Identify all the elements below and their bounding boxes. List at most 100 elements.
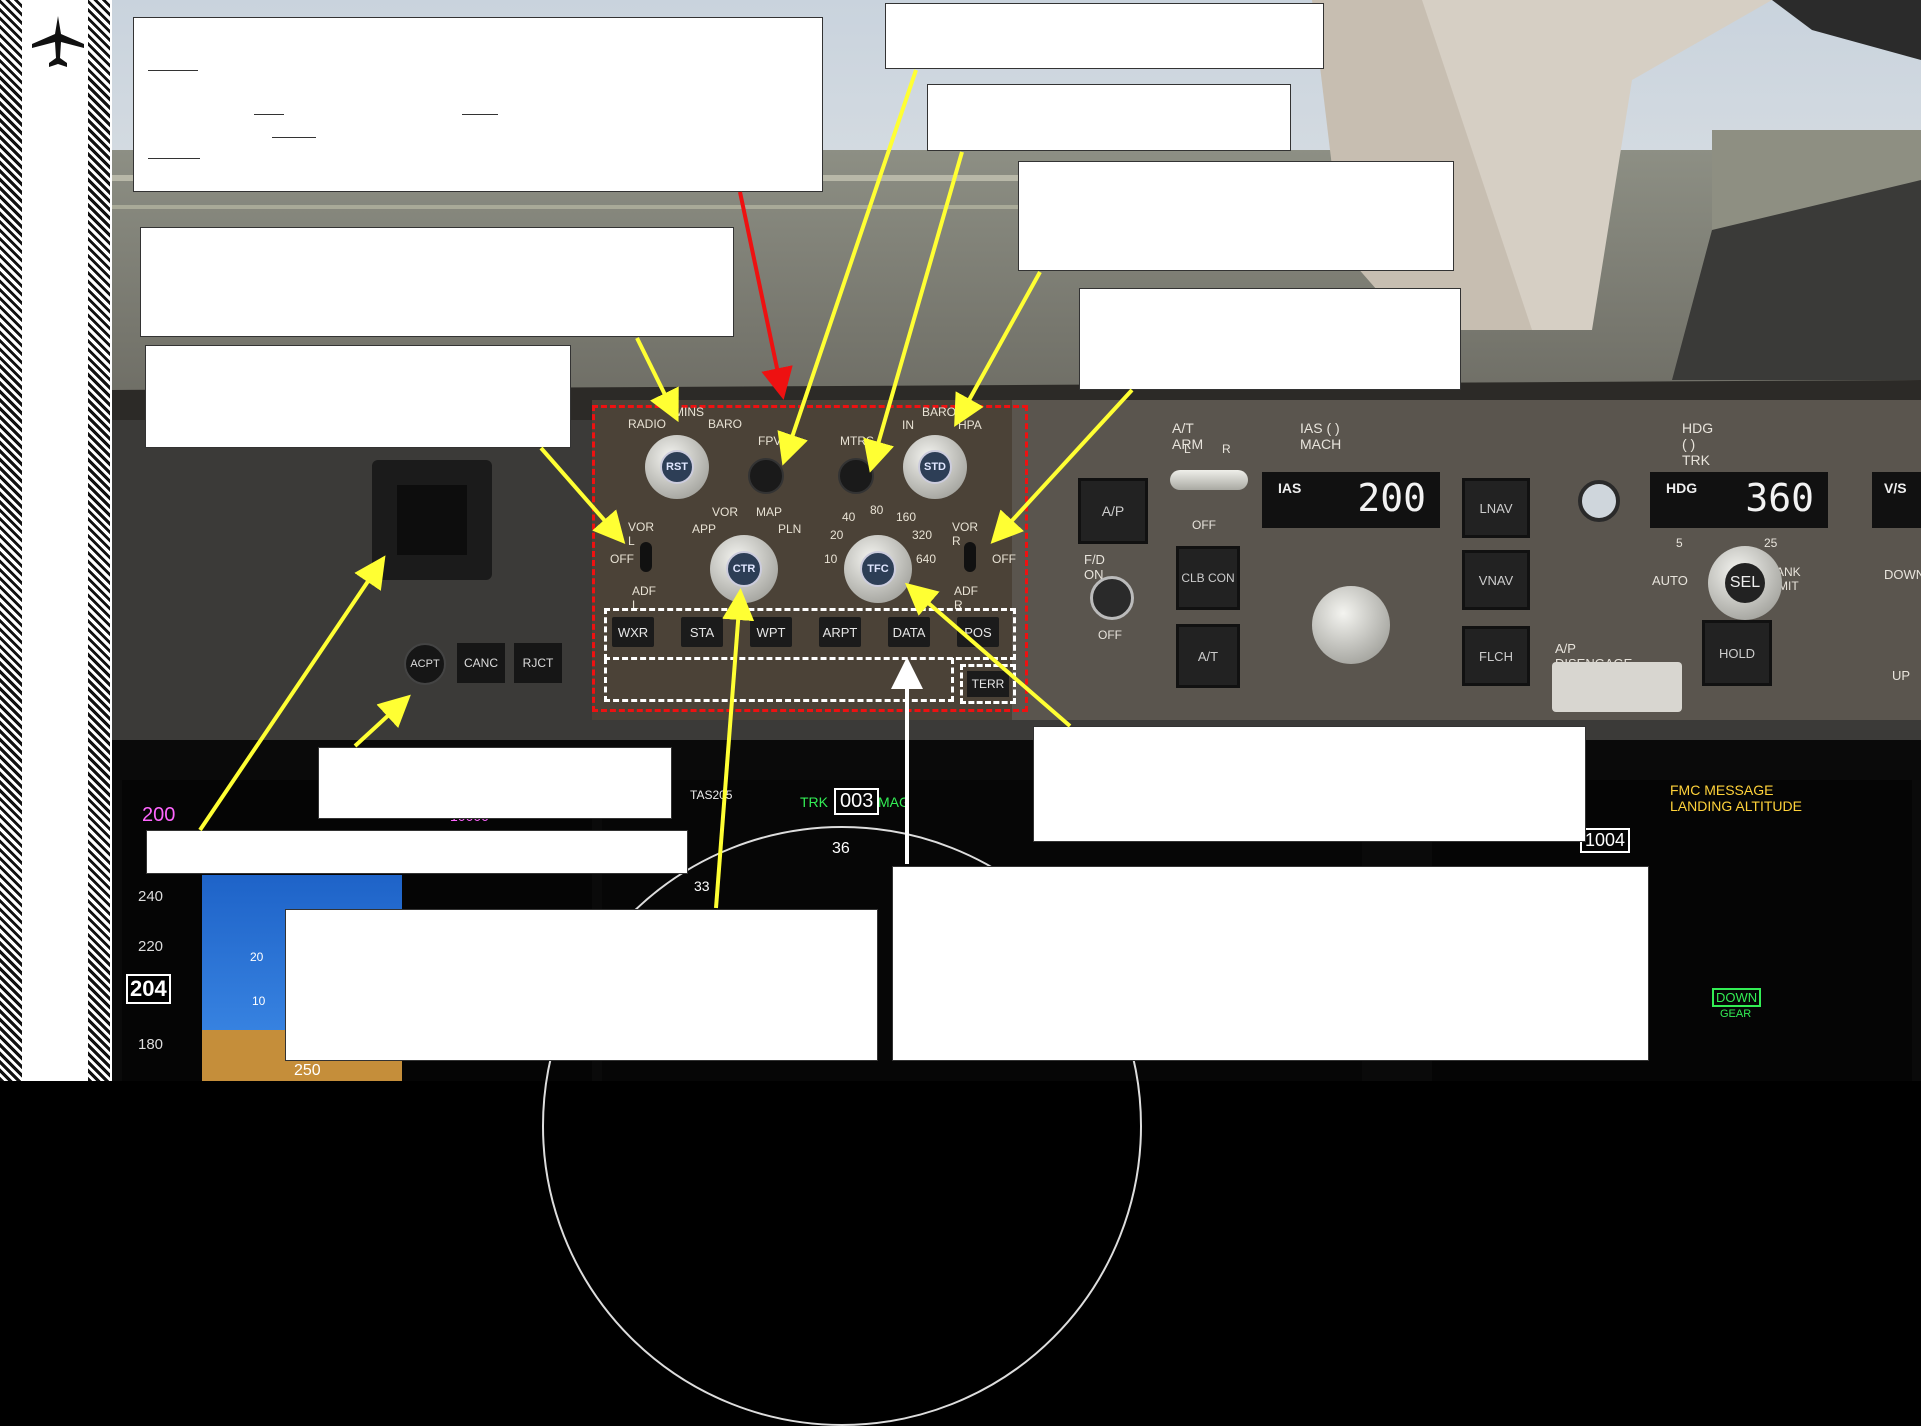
speed-knob[interactable] bbox=[1312, 586, 1390, 664]
mode-map-label: MAP bbox=[756, 505, 783, 519]
nd-trk-label: TRK bbox=[800, 794, 828, 810]
baro-in-label: IN bbox=[902, 418, 914, 432]
pos-button[interactable]: POS bbox=[957, 617, 999, 647]
minimums-baro-label: BARO bbox=[708, 417, 743, 431]
baro-baro-label: BARO bbox=[922, 405, 957, 419]
nd-trk-value: 003 bbox=[834, 788, 880, 815]
airplane-icon bbox=[32, 16, 84, 67]
callout-mtrs bbox=[927, 84, 1291, 151]
vs-window: V/S bbox=[1872, 472, 1921, 528]
rjct-button[interactable]: RJCT bbox=[514, 643, 562, 683]
range-selector-knob[interactable]: TFC bbox=[844, 535, 912, 603]
lnav-button[interactable]: LNAV bbox=[1462, 478, 1530, 538]
efis-map-buttons: WXR STA WPT ARPT DATA POS bbox=[612, 617, 999, 647]
mode-app-label: APP bbox=[692, 522, 717, 536]
at-arm-l-label: L bbox=[1184, 442, 1191, 456]
vs-label: V/S bbox=[1884, 480, 1907, 496]
nd-mag-label: MAG bbox=[878, 794, 910, 810]
ias-window: IAS 200 bbox=[1262, 472, 1440, 528]
range-320-label: 320 bbox=[912, 528, 933, 542]
ap-button[interactable]: A/P bbox=[1078, 478, 1148, 544]
callout-range-selector bbox=[1033, 726, 1586, 842]
mode-selector-knob[interactable]: CTR bbox=[710, 535, 778, 603]
vnav-button[interactable]: VNAV bbox=[1462, 550, 1530, 610]
fmc-message-line-1: FMC MESSAGE bbox=[1670, 782, 1774, 798]
eicas-value-1004: 1004 bbox=[1580, 828, 1631, 853]
sta-button[interactable]: STA bbox=[681, 617, 723, 647]
clb-con-button[interactable]: CLB CON bbox=[1176, 546, 1240, 610]
up-label: UP bbox=[1892, 668, 1911, 683]
auto-label: AUTO bbox=[1652, 573, 1688, 588]
callout-mode-selector bbox=[285, 909, 878, 1061]
pfd-speed-tick-240: 240 bbox=[138, 888, 164, 905]
acpt-button[interactable]: ACPT bbox=[404, 643, 446, 685]
pfd-speed-tick-180: 180 bbox=[138, 1036, 164, 1053]
callout-fpv bbox=[885, 3, 1324, 69]
callout-alert-buttons bbox=[318, 747, 672, 819]
hdg-trk-label: HDG ( ) TRK bbox=[1682, 420, 1714, 468]
at-arm-off-label: OFF bbox=[1192, 518, 1216, 532]
at-arm-switches[interactable] bbox=[1170, 470, 1248, 490]
terr-button[interactable]: TERR bbox=[967, 671, 1009, 697]
hdg-value: 360 bbox=[1745, 476, 1814, 520]
callout-vor-adf-l bbox=[145, 345, 571, 448]
ctr-button[interactable]: CTR bbox=[726, 551, 762, 587]
range-10-label: 10 bbox=[824, 552, 838, 566]
status-light bbox=[1578, 480, 1620, 522]
at-arm-r-label: R bbox=[1222, 442, 1231, 456]
blank-buttons-group bbox=[604, 658, 954, 702]
vor-adf-r-switch[interactable] bbox=[964, 542, 976, 572]
fpv-button[interactable] bbox=[748, 458, 784, 494]
callout-map-buttons bbox=[892, 866, 1649, 1061]
wpt-button[interactable]: WPT bbox=[750, 617, 792, 647]
bank-mark-5: 5 bbox=[1676, 536, 1683, 550]
callout-minimums-selector bbox=[140, 227, 734, 337]
baro-knob[interactable]: STD bbox=[903, 435, 967, 499]
wxr-button[interactable]: WXR bbox=[612, 617, 654, 647]
pfd-speed-current: 204 bbox=[126, 974, 171, 1004]
hdg-sel-button[interactable]: SEL bbox=[1725, 563, 1765, 603]
vor-adf-l-switch[interactable] bbox=[640, 542, 652, 572]
pfd-bottom-value: 250 bbox=[294, 1062, 321, 1079]
canc-button[interactable]: CANC bbox=[457, 643, 505, 683]
down-label: DOWN bbox=[1884, 567, 1921, 582]
mode-vor-label: VOR bbox=[712, 505, 739, 519]
mtrs-button[interactable] bbox=[838, 458, 874, 494]
terr-group: TERR bbox=[960, 664, 1016, 704]
callout-baro bbox=[1018, 161, 1454, 271]
fpv-label: FPV bbox=[758, 434, 782, 448]
arpt-button[interactable]: ARPT bbox=[819, 617, 861, 647]
ias-mach-label: IAS ( ) MACH bbox=[1300, 420, 1342, 452]
tfc-button[interactable]: TFC bbox=[860, 551, 896, 587]
heading-selector-knob[interactable]: SEL bbox=[1708, 546, 1782, 620]
hatch-right bbox=[88, 0, 110, 1081]
at-button[interactable]: A/T bbox=[1176, 624, 1240, 688]
fd-switch[interactable] bbox=[1090, 576, 1134, 620]
ap-disengage-bar[interactable] bbox=[1552, 662, 1682, 712]
callout-vor-adf-r bbox=[1079, 288, 1461, 390]
rst-button[interactable]: RST bbox=[660, 450, 694, 484]
range-80-label: 80 bbox=[870, 503, 884, 517]
pfd-pitch-20: 20 bbox=[250, 950, 264, 964]
hdg-window: HDG 360 bbox=[1650, 472, 1828, 528]
pfd-pitch-10: 10 bbox=[252, 994, 266, 1008]
nd-tas: TAS205 bbox=[690, 788, 733, 802]
flch-button[interactable]: FLCH bbox=[1462, 626, 1530, 686]
bank-mark-25: 25 bbox=[1764, 536, 1778, 550]
range-640-label: 640 bbox=[916, 552, 937, 566]
vor-r-off-label: OFF bbox=[992, 552, 1016, 566]
hatch-left bbox=[0, 0, 22, 1081]
hold-button[interactable]: HOLD bbox=[1702, 620, 1772, 686]
minimums-mins-label: MINS bbox=[674, 405, 704, 419]
range-160-label: 160 bbox=[896, 510, 917, 524]
ias-value: 200 bbox=[1357, 476, 1426, 520]
minimums-knob[interactable]: RST bbox=[645, 435, 709, 499]
fmc-message-line-2: LANDING ALTITUDE bbox=[1670, 798, 1802, 814]
std-button[interactable]: STD bbox=[918, 450, 952, 484]
fd-off-label: OFF bbox=[1098, 628, 1122, 642]
data-button[interactable]: DATA bbox=[888, 617, 930, 647]
callout-display-select bbox=[146, 830, 688, 874]
minimums-radio-label: RADIO bbox=[628, 417, 667, 431]
pfd-speed-readout: 200 bbox=[142, 804, 176, 826]
mode-pln-label: PLN bbox=[778, 522, 802, 536]
